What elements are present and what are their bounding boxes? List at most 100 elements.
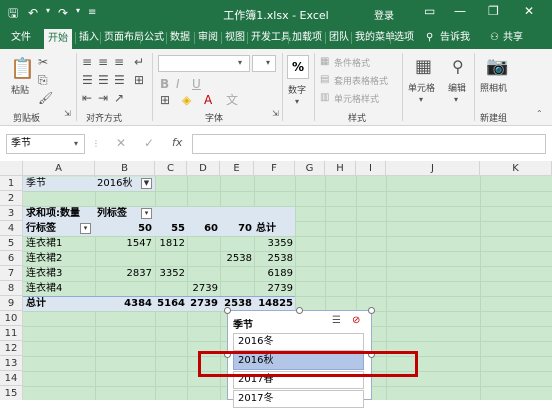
row-header[interactable]: 6 xyxy=(0,251,23,266)
column-header[interactable]: I xyxy=(356,161,386,176)
align-middle-icon[interactable]: ≡ xyxy=(98,55,108,69)
tab-formulas[interactable]: 公式 xyxy=(144,27,164,49)
pivot-col-header[interactable]: 50 xyxy=(95,222,152,236)
tell-me-icon[interactable]: ⚲ xyxy=(426,27,433,49)
pivot-col-header[interactable]: 55 xyxy=(155,222,185,236)
font-name-select[interactable] xyxy=(158,55,250,72)
cells-icon[interactable]: ▦ xyxy=(415,57,432,77)
row-header[interactable]: 9 xyxy=(0,296,23,311)
format-as-table-button[interactable]: 套用表格格式 xyxy=(334,74,388,87)
cell-styles-icon[interactable]: ▥ xyxy=(320,91,329,105)
row-header[interactable]: 1 xyxy=(0,176,23,191)
column-header[interactable]: H xyxy=(325,161,356,176)
align-top-icon[interactable]: ≡ xyxy=(82,55,92,69)
column-header[interactable]: B xyxy=(95,161,155,176)
tab-view[interactable]: 视图 xyxy=(225,27,245,49)
conditional-format-button[interactable]: 条件格式 xyxy=(334,56,370,69)
collapse-ribbon-icon[interactable]: ⌃ xyxy=(536,107,543,121)
row-header[interactable]: 15 xyxy=(0,386,23,400)
format-painter-icon[interactable]: 🖌 xyxy=(38,91,53,105)
italic-icon[interactable]: I xyxy=(176,77,180,91)
wrap-text-icon[interactable]: ↵ xyxy=(134,55,144,69)
pivot-total-cell[interactable]: 14825 xyxy=(254,297,293,311)
find-icon[interactable]: ⚲ xyxy=(452,57,464,77)
pivot-cell[interactable]: 2538 xyxy=(254,252,293,266)
row-header[interactable]: 10 xyxy=(0,311,23,326)
tab-data[interactable]: 数据 xyxy=(170,27,190,49)
pivot-cell[interactable]: 2739 xyxy=(187,282,218,296)
font-size-dropdown-icon[interactable]: ▾ xyxy=(266,56,270,70)
pivot-row-label[interactable]: 连衣裙3 xyxy=(26,267,62,281)
filter-applied-icon[interactable]: ▼ xyxy=(141,178,152,189)
cut-icon[interactable]: ✂ xyxy=(38,55,48,69)
underline-icon[interactable]: U xyxy=(192,77,201,91)
conditional-format-icon[interactable]: ▦ xyxy=(320,55,329,69)
column-header[interactable]: D xyxy=(187,161,220,176)
resize-handle[interactable] xyxy=(368,307,375,314)
clear-filter-icon[interactable]: ⊘ xyxy=(352,314,360,328)
column-header[interactable]: K xyxy=(480,161,552,176)
enter-icon[interactable]: ✓ xyxy=(144,136,154,150)
formula-input[interactable] xyxy=(192,134,546,154)
row-header[interactable]: 13 xyxy=(0,356,23,371)
row-header[interactable]: 7 xyxy=(0,266,23,281)
tab-home[interactable]: 开始 xyxy=(44,29,72,49)
cells-dropdown-icon[interactable]: ▾ xyxy=(419,93,423,107)
pivot-cell[interactable]: 1547 xyxy=(95,237,152,251)
font-size-select[interactable] xyxy=(252,55,276,72)
login-link[interactable]: 登录 xyxy=(374,7,394,22)
row-header[interactable]: 12 xyxy=(0,341,23,356)
font-launcher-icon[interactable]: ⇲ xyxy=(272,107,279,121)
align-left-icon[interactable]: ☰ xyxy=(82,73,93,87)
pivot-values-label[interactable]: 求和项:数量 xyxy=(26,207,80,221)
pivot-total-cell[interactable]: 4384 xyxy=(95,297,152,311)
cancel-icon[interactable]: ✕ xyxy=(116,136,126,150)
format-as-table-icon[interactable]: ▤ xyxy=(320,73,329,87)
select-all-corner[interactable] xyxy=(0,161,23,176)
pivot-col-header-total[interactable]: 总计 xyxy=(256,222,276,236)
cell-styles-button[interactable]: 单元格样式 xyxy=(334,92,379,105)
percent-button[interactable]: % xyxy=(287,55,309,79)
tab-page-layout[interactable]: 页面布局 xyxy=(104,27,144,49)
minimize-icon[interactable]: — xyxy=(454,4,466,18)
close-icon[interactable]: ✕ xyxy=(524,4,534,18)
camera-button[interactable]: 照相机 xyxy=(480,81,507,94)
name-box-dropdown-icon[interactable]: ▾ xyxy=(74,137,78,151)
pivot-row-labels[interactable]: 行标签 xyxy=(26,222,56,236)
pivot-grand-total-label[interactable]: 总计 xyxy=(26,297,46,311)
resize-handle[interactable] xyxy=(224,307,231,314)
pivot-row-label[interactable]: 连衣裙4 xyxy=(26,282,62,296)
tab-options[interactable]: 选项 xyxy=(394,27,414,49)
pivot-col-header[interactable]: 60 xyxy=(187,222,218,236)
number-dropdown-icon[interactable]: ▾ xyxy=(295,95,299,109)
row-header[interactable]: 3 xyxy=(0,206,23,221)
font-color-icon[interactable]: A xyxy=(204,93,212,107)
restore-icon[interactable]: ❐ xyxy=(488,4,499,18)
pivot-column-labels[interactable]: 列标签 xyxy=(97,207,127,221)
decrease-indent-icon[interactable]: ⇤ xyxy=(82,91,92,105)
slicer-item[interactable]: 2016冬 xyxy=(233,333,364,351)
insert-function-icon[interactable]: fx xyxy=(172,136,182,150)
pivot-row-label[interactable]: 连衣裙2 xyxy=(26,252,62,266)
pivot-row-label[interactable]: 连衣裙1 xyxy=(26,237,62,251)
align-bottom-icon[interactable]: ≡ xyxy=(114,55,124,69)
pivot-cell[interactable]: 2538 xyxy=(220,252,252,266)
pivot-col-header[interactable]: 70 xyxy=(220,222,252,236)
tab-team[interactable]: 团队 xyxy=(329,27,349,49)
column-filter-dropdown-icon[interactable]: ▾ xyxy=(141,208,152,219)
orientation-icon[interactable]: ↗ xyxy=(114,91,124,105)
pivot-filter-value[interactable]: 2016秋 xyxy=(97,177,132,191)
editing-dropdown-icon[interactable]: ▾ xyxy=(454,93,458,107)
slicer-item[interactable]: 2017冬 xyxy=(233,390,364,408)
pivot-cell[interactable]: 2739 xyxy=(254,282,293,296)
column-header[interactable]: C xyxy=(155,161,187,176)
camera-icon[interactable]: 📷 xyxy=(486,57,508,77)
copy-icon[interactable]: ⎘ xyxy=(38,73,48,87)
tab-review[interactable]: 审阅 xyxy=(198,27,218,49)
pivot-cell[interactable]: 6189 xyxy=(254,267,293,281)
align-right-icon[interactable]: ☰ xyxy=(114,73,125,87)
tab-insert[interactable]: 插入 xyxy=(79,27,99,49)
pivot-filter-field[interactable]: 季节 xyxy=(26,177,46,191)
column-header[interactable]: J xyxy=(386,161,480,176)
pivot-cell[interactable]: 2837 xyxy=(95,267,152,281)
